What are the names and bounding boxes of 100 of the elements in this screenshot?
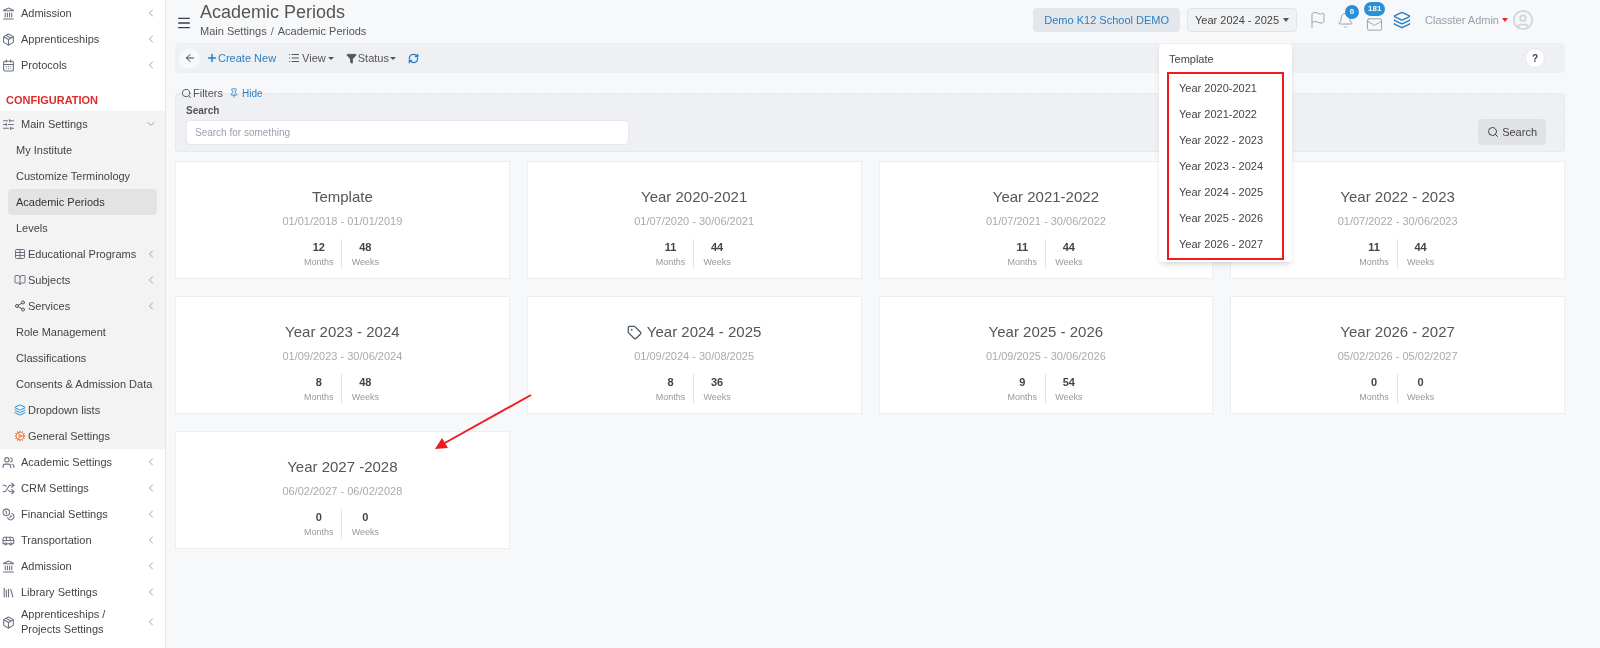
period-card[interactable]: Year 2020-2021 01/07/2020 - 30/06/2021 11 Months 44 Weeks — [526, 161, 862, 279]
card-dates: 01/01/2018 - 01/01/2019 — [282, 213, 403, 229]
people-icon — [2, 455, 15, 469]
menu-item[interactable]: Year 2021-2022 — [1169, 101, 1282, 127]
period-card[interactable]: Year 2024 - 2025 01/09/2024 - 30/08/2025 8 Months 36 Weeks — [526, 296, 862, 414]
bell-icon[interactable] — [1337, 11, 1354, 29]
year-select[interactable]: Year 2024 - 2025 — [1187, 8, 1297, 32]
breadcrumb-separator: / — [270, 23, 274, 39]
card-title: Year 2023 - 2024 — [285, 322, 400, 342]
refresh-icon[interactable] — [407, 52, 419, 64]
card-dates: 05/02/2026 - 05/02/2027 — [1337, 348, 1458, 364]
calendar-icon — [2, 58, 15, 72]
sidebar-subitem[interactable]: Academic Periods — [8, 189, 157, 215]
weeks-label: Weeks — [1055, 255, 1083, 269]
weeks-value: 48 — [359, 240, 372, 255]
layers-icon[interactable] — [1393, 11, 1411, 29]
search-field[interactable]: Search for something — [186, 120, 629, 145]
book-icon — [14, 274, 26, 286]
sidebar-subitem[interactable]: Dropdown lists — [8, 397, 157, 423]
sidebar-subitem[interactable]: Customize Terminology — [8, 163, 157, 189]
menu-icon[interactable] — [176, 15, 192, 31]
flag-icon[interactable] — [1309, 11, 1327, 29]
card-dates: 01/09/2024 - 30/08/2025 — [634, 348, 755, 364]
months-label: Months — [1359, 255, 1389, 269]
weeks-value: 54 — [1062, 375, 1075, 390]
section-heading: CONFIGURATION — [6, 92, 99, 108]
box-icon — [2, 615, 15, 629]
sidebar-subitem[interactable]: Consents & Admission Data — [8, 371, 157, 397]
list-icon — [288, 52, 301, 64]
plus-icon — [206, 52, 218, 64]
search-button[interactable]: Search — [1478, 119, 1546, 145]
mail-icon[interactable] — [1366, 15, 1383, 33]
weeks-label: Weeks — [703, 390, 731, 404]
sidebar-subitem[interactable]: Classifications — [8, 345, 157, 371]
box-icon — [2, 32, 15, 46]
sidebar-subitem[interactable]: Educational Programs — [8, 241, 157, 267]
shuffle-icon — [2, 481, 15, 495]
hide-link[interactable]: Hide — [228, 85, 263, 101]
building-icon — [2, 6, 15, 20]
months-label: Months — [304, 255, 334, 269]
help-button[interactable]: ? — [1525, 48, 1545, 68]
card-title: Year 2025 - 2026 — [988, 322, 1104, 342]
months-label: Months — [304, 390, 334, 404]
period-card[interactable]: Year 2027 -2028 06/02/2027 - 06/02/2028 0 Months 0 Weeks — [175, 431, 510, 549]
table-icon — [14, 248, 26, 260]
sidebar-item[interactable]: Main Settings — [0, 111, 165, 137]
months-value: 9 — [1019, 375, 1026, 390]
create-new-button[interactable]: Create New — [206, 49, 277, 67]
card-title: Year 2020-2021 — [641, 187, 748, 207]
sliders-icon — [2, 117, 15, 131]
status-button[interactable]: Status — [345, 49, 396, 67]
period-card[interactable]: Year 2025 - 2026 01/09/2025 - 30/06/2026 9 Months 54 Weeks — [878, 296, 1214, 414]
menu-item[interactable]: Year 2022 - 2023 — [1169, 127, 1282, 153]
school-button[interactable]: Demo K12 School DEMO — [1033, 8, 1180, 32]
caret-icon — [1283, 18, 1289, 22]
pin-icon — [228, 88, 239, 98]
sidebar-subitem[interactable]: My Institute — [8, 137, 157, 163]
layers-icon — [14, 404, 26, 416]
message-badge: 181 — [1364, 1, 1386, 16]
weeks-value: 0 — [362, 510, 369, 525]
months-value: 12 — [312, 240, 325, 255]
view-button[interactable]: View — [288, 49, 334, 67]
months-value: 11 — [1368, 240, 1380, 255]
weeks-label: Weeks — [351, 255, 380, 269]
months-label: Months — [1007, 255, 1038, 269]
weeks-value: 0 — [1417, 375, 1424, 390]
back-button[interactable] — [179, 47, 200, 69]
sidebar-subitem[interactable]: Subjects — [8, 267, 157, 293]
menu-item[interactable]: Template — [1159, 46, 1292, 72]
caret-icon — [327, 56, 334, 60]
period-card[interactable]: Template 01/01/2018 - 01/01/2019 12 Months 48 Weeks — [175, 161, 510, 279]
months-label: Months — [304, 525, 334, 539]
weeks-value: 44 — [1414, 240, 1427, 255]
weeks-label: Weeks — [351, 525, 380, 539]
sidebar-subitem[interactable]: Levels — [8, 215, 157, 241]
sidebar-subitem[interactable]: Services — [8, 293, 157, 319]
sidebar-subitem[interactable]: General Settings — [8, 423, 157, 449]
months-value: 0 — [1371, 375, 1378, 390]
months-value: 11 — [664, 240, 677, 255]
search-icon — [181, 87, 192, 99]
period-card[interactable]: Year 2026 - 2027 05/02/2026 - 05/02/2027 0 Months 0 Weeks — [1230, 296, 1565, 414]
menu-item[interactable]: Year 2020-2021 — [1169, 75, 1282, 101]
weeks-label: Weeks — [1055, 390, 1083, 404]
card-title: Year 2027 -2028 — [287, 457, 398, 477]
weeks-label: Weeks — [1406, 255, 1435, 269]
card-title: Year 2024 - 2025 — [646, 322, 762, 342]
breadcrumb-link[interactable]: Main Settings — [200, 22, 267, 40]
months-label: Months — [655, 390, 686, 404]
card-dates: 01/07/2020 - 30/06/2021 — [634, 213, 755, 229]
card-dates: 06/02/2027 - 06/02/2028 — [282, 483, 403, 499]
search-label: Search — [186, 104, 221, 118]
books-icon — [2, 585, 15, 599]
card-dates: 01/07/2021 - 30/06/2022 — [985, 213, 1106, 229]
building-icon — [2, 559, 15, 573]
page-title: Academic Periods — [200, 0, 347, 23]
filter-icon — [345, 52, 357, 64]
back-arrow-icon — [183, 52, 196, 64]
months-value: 0 — [315, 510, 322, 525]
period-card[interactable]: Year 2023 - 2024 01/09/2023 - 30/06/2024 8 Months 48 Weeks — [175, 296, 510, 414]
sidebar-subitem[interactable]: Role Management — [8, 319, 157, 345]
